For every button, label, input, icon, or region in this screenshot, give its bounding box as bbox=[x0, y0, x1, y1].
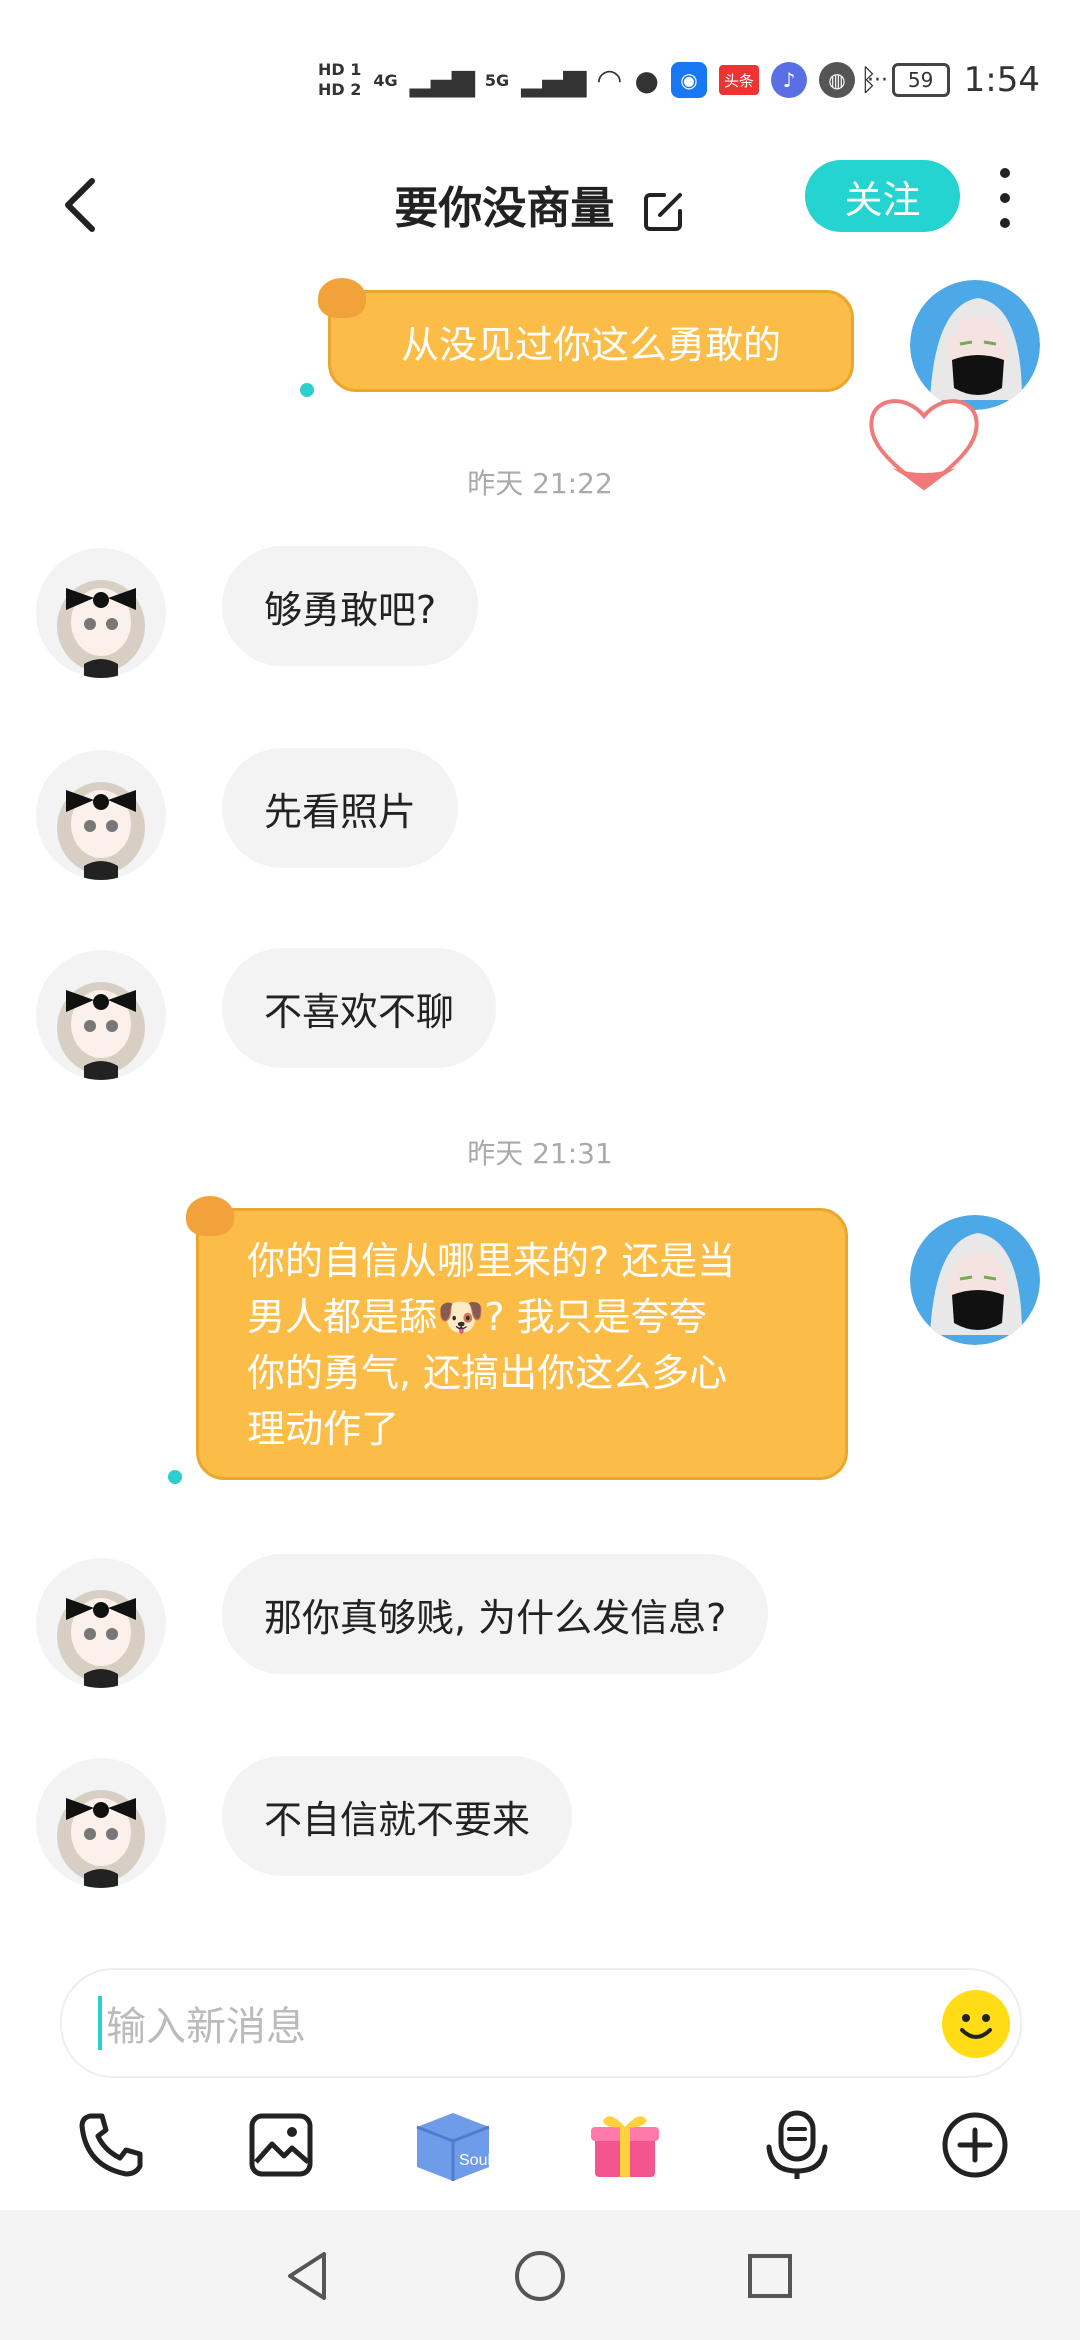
hd2-label: HD 2 bbox=[318, 80, 362, 99]
music-app-icon: ♪ bbox=[770, 62, 807, 98]
more-dot bbox=[1000, 193, 1010, 203]
phone-icon bbox=[79, 2113, 143, 2177]
signal-icon-2: ▂▄▆ bbox=[521, 62, 586, 98]
circle-home-icon bbox=[515, 2251, 565, 2301]
chat-title-text: 要你没商量 bbox=[394, 183, 615, 234]
message-input[interactable]: 输入新消息 bbox=[60, 1968, 1022, 2078]
hd1-label: HD 1 bbox=[318, 60, 362, 79]
emoji-button[interactable] bbox=[942, 1990, 1010, 2058]
gift-button[interactable] bbox=[580, 2100, 670, 2190]
gift-icon bbox=[591, 2116, 659, 2177]
status-time: 1:54 bbox=[963, 60, 1040, 100]
status-right: ᛒ 59 1:54 bbox=[860, 52, 1040, 108]
partner-avatar[interactable] bbox=[36, 1558, 166, 1688]
chat-toolbar: Soul bbox=[0, 2100, 1080, 2200]
anime-girl-avatar-icon bbox=[36, 1758, 166, 1888]
message-text: 不自信就不要来 bbox=[264, 1797, 531, 1842]
triangle-back-icon bbox=[288, 2252, 326, 2300]
toutiao-app-icon: 头条 bbox=[718, 65, 759, 95]
smiley-icon bbox=[960, 2014, 992, 2039]
shiba-sticker-icon bbox=[318, 278, 366, 318]
audio-app-icon: ◍ bbox=[818, 62, 855, 98]
my-avatar[interactable] bbox=[910, 1215, 1040, 1345]
partner-avatar[interactable] bbox=[36, 950, 166, 1080]
wechat-icon: ● bbox=[634, 63, 659, 97]
more-dot bbox=[1000, 168, 1010, 178]
more-dot bbox=[1000, 218, 1010, 228]
message-timestamp: 昨天 21:31 bbox=[467, 1137, 613, 1170]
call-button[interactable] bbox=[66, 2100, 156, 2190]
add-more-button[interactable] bbox=[930, 2100, 1020, 2190]
nav-recents-button[interactable] bbox=[730, 2236, 810, 2316]
voice-button[interactable] bbox=[752, 2100, 842, 2190]
soul-label: Soul bbox=[459, 2152, 491, 2169]
status-left: HD 1 HD 2 4G ▂▄▆ 5G ▂▄▆ ◠ ● ◉ 头条 ♪ ◍ ··· bbox=[318, 50, 888, 110]
message-text: 不喜欢不聊 bbox=[264, 989, 455, 1034]
chat-header: 要你没商量 关注 bbox=[0, 150, 1080, 260]
message-bubble-received[interactable]: 那你真够贱, 为什么发信息? bbox=[222, 1554, 769, 1674]
message-bubble-received[interactable]: 先看照片 bbox=[222, 748, 459, 868]
status-bar: HD 1 HD 2 4G ▂▄▆ 5G ▂▄▆ ◠ ● ◉ 头条 ♪ ◍ ···… bbox=[0, 0, 1080, 150]
net1-label: 4G bbox=[373, 70, 398, 90]
more-options-button[interactable] bbox=[990, 168, 1020, 228]
chat-screen: HD 1 HD 2 4G ▂▄▆ 5G ▂▄▆ ◠ ● ◉ 头条 ♪ ◍ ···… bbox=[0, 0, 1080, 2340]
system-navigation-bar bbox=[0, 2210, 1080, 2340]
plus-icon bbox=[942, 2112, 1008, 2178]
message-bubble-received[interactable]: 够勇敢吧? bbox=[222, 546, 479, 666]
read-indicator-dot bbox=[168, 1470, 182, 1484]
battery-icon: 59 bbox=[891, 63, 950, 97]
message-text-line: 理动作了 bbox=[247, 1407, 400, 1451]
hd-indicator: HD 1 HD 2 bbox=[318, 60, 361, 100]
wifi-icon: ◠ bbox=[596, 62, 623, 98]
nav-home-button[interactable] bbox=[500, 2236, 580, 2316]
message-text: 够勇敢吧? bbox=[264, 587, 437, 632]
message-bubble-received[interactable]: 不喜欢不聊 bbox=[222, 948, 497, 1068]
read-indicator-dot bbox=[300, 383, 314, 397]
follow-button[interactable]: 关注 bbox=[805, 160, 960, 232]
message-bubble-sent[interactable]: 从没见过你这么勇敢的 bbox=[328, 290, 854, 392]
shiba-sticker-icon bbox=[186, 1196, 234, 1236]
image-icon bbox=[249, 2113, 313, 2177]
square-recents-icon bbox=[748, 2254, 792, 2298]
message-text: 先看照片 bbox=[264, 789, 417, 834]
message-text-line: 你的自信从哪里来的? 还是当 bbox=[247, 1239, 736, 1283]
partner-avatar[interactable] bbox=[36, 750, 166, 880]
soul-box-icon: Soul bbox=[416, 2113, 491, 2181]
message-input-placeholder: 输入新消息 bbox=[106, 2004, 306, 2050]
anime-girl-avatar-icon bbox=[36, 750, 166, 880]
message-text: 从没见过你这么勇敢的 bbox=[400, 322, 781, 367]
partner-avatar[interactable] bbox=[36, 1758, 166, 1888]
photo-button[interactable] bbox=[236, 2100, 326, 2190]
bulb-app-icon: ◉ bbox=[670, 62, 707, 98]
message-text-line: 你的勇气, 还搞出你这么多心 bbox=[247, 1351, 728, 1395]
anime-girl-avatar-icon bbox=[36, 1558, 166, 1688]
voice-icon bbox=[766, 2110, 828, 2179]
text-caret bbox=[98, 1996, 102, 2050]
edit-icon[interactable] bbox=[642, 189, 686, 233]
bluetooth-icon: ᛒ bbox=[859, 62, 878, 98]
message-text-line: 男人都是舔🐶? 我只是夸夸 bbox=[247, 1295, 707, 1339]
nav-back-button[interactable] bbox=[268, 2236, 348, 2316]
message-text: 那你真够贱, 为什么发信息? bbox=[264, 1595, 727, 1640]
message-timestamp: 昨天 21:22 bbox=[467, 467, 613, 500]
anime-girl-avatar-icon bbox=[36, 548, 166, 678]
partner-avatar[interactable] bbox=[36, 548, 166, 678]
masked-user-avatar-icon bbox=[910, 1215, 1040, 1345]
message-bubble-sent[interactable]: 你的自信从哪里来的? 还是当 男人都是舔🐶? 我只是夸夸 你的勇气, 还搞出你这… bbox=[196, 1208, 848, 1480]
anime-girl-avatar-icon bbox=[36, 950, 166, 1080]
soul-box-button[interactable]: Soul bbox=[408, 2100, 498, 2190]
message-bubble-received[interactable]: 不自信就不要来 bbox=[222, 1756, 573, 1876]
signal-icon: ▂▄▆ bbox=[409, 62, 475, 98]
net2-label: 5G bbox=[484, 70, 510, 90]
